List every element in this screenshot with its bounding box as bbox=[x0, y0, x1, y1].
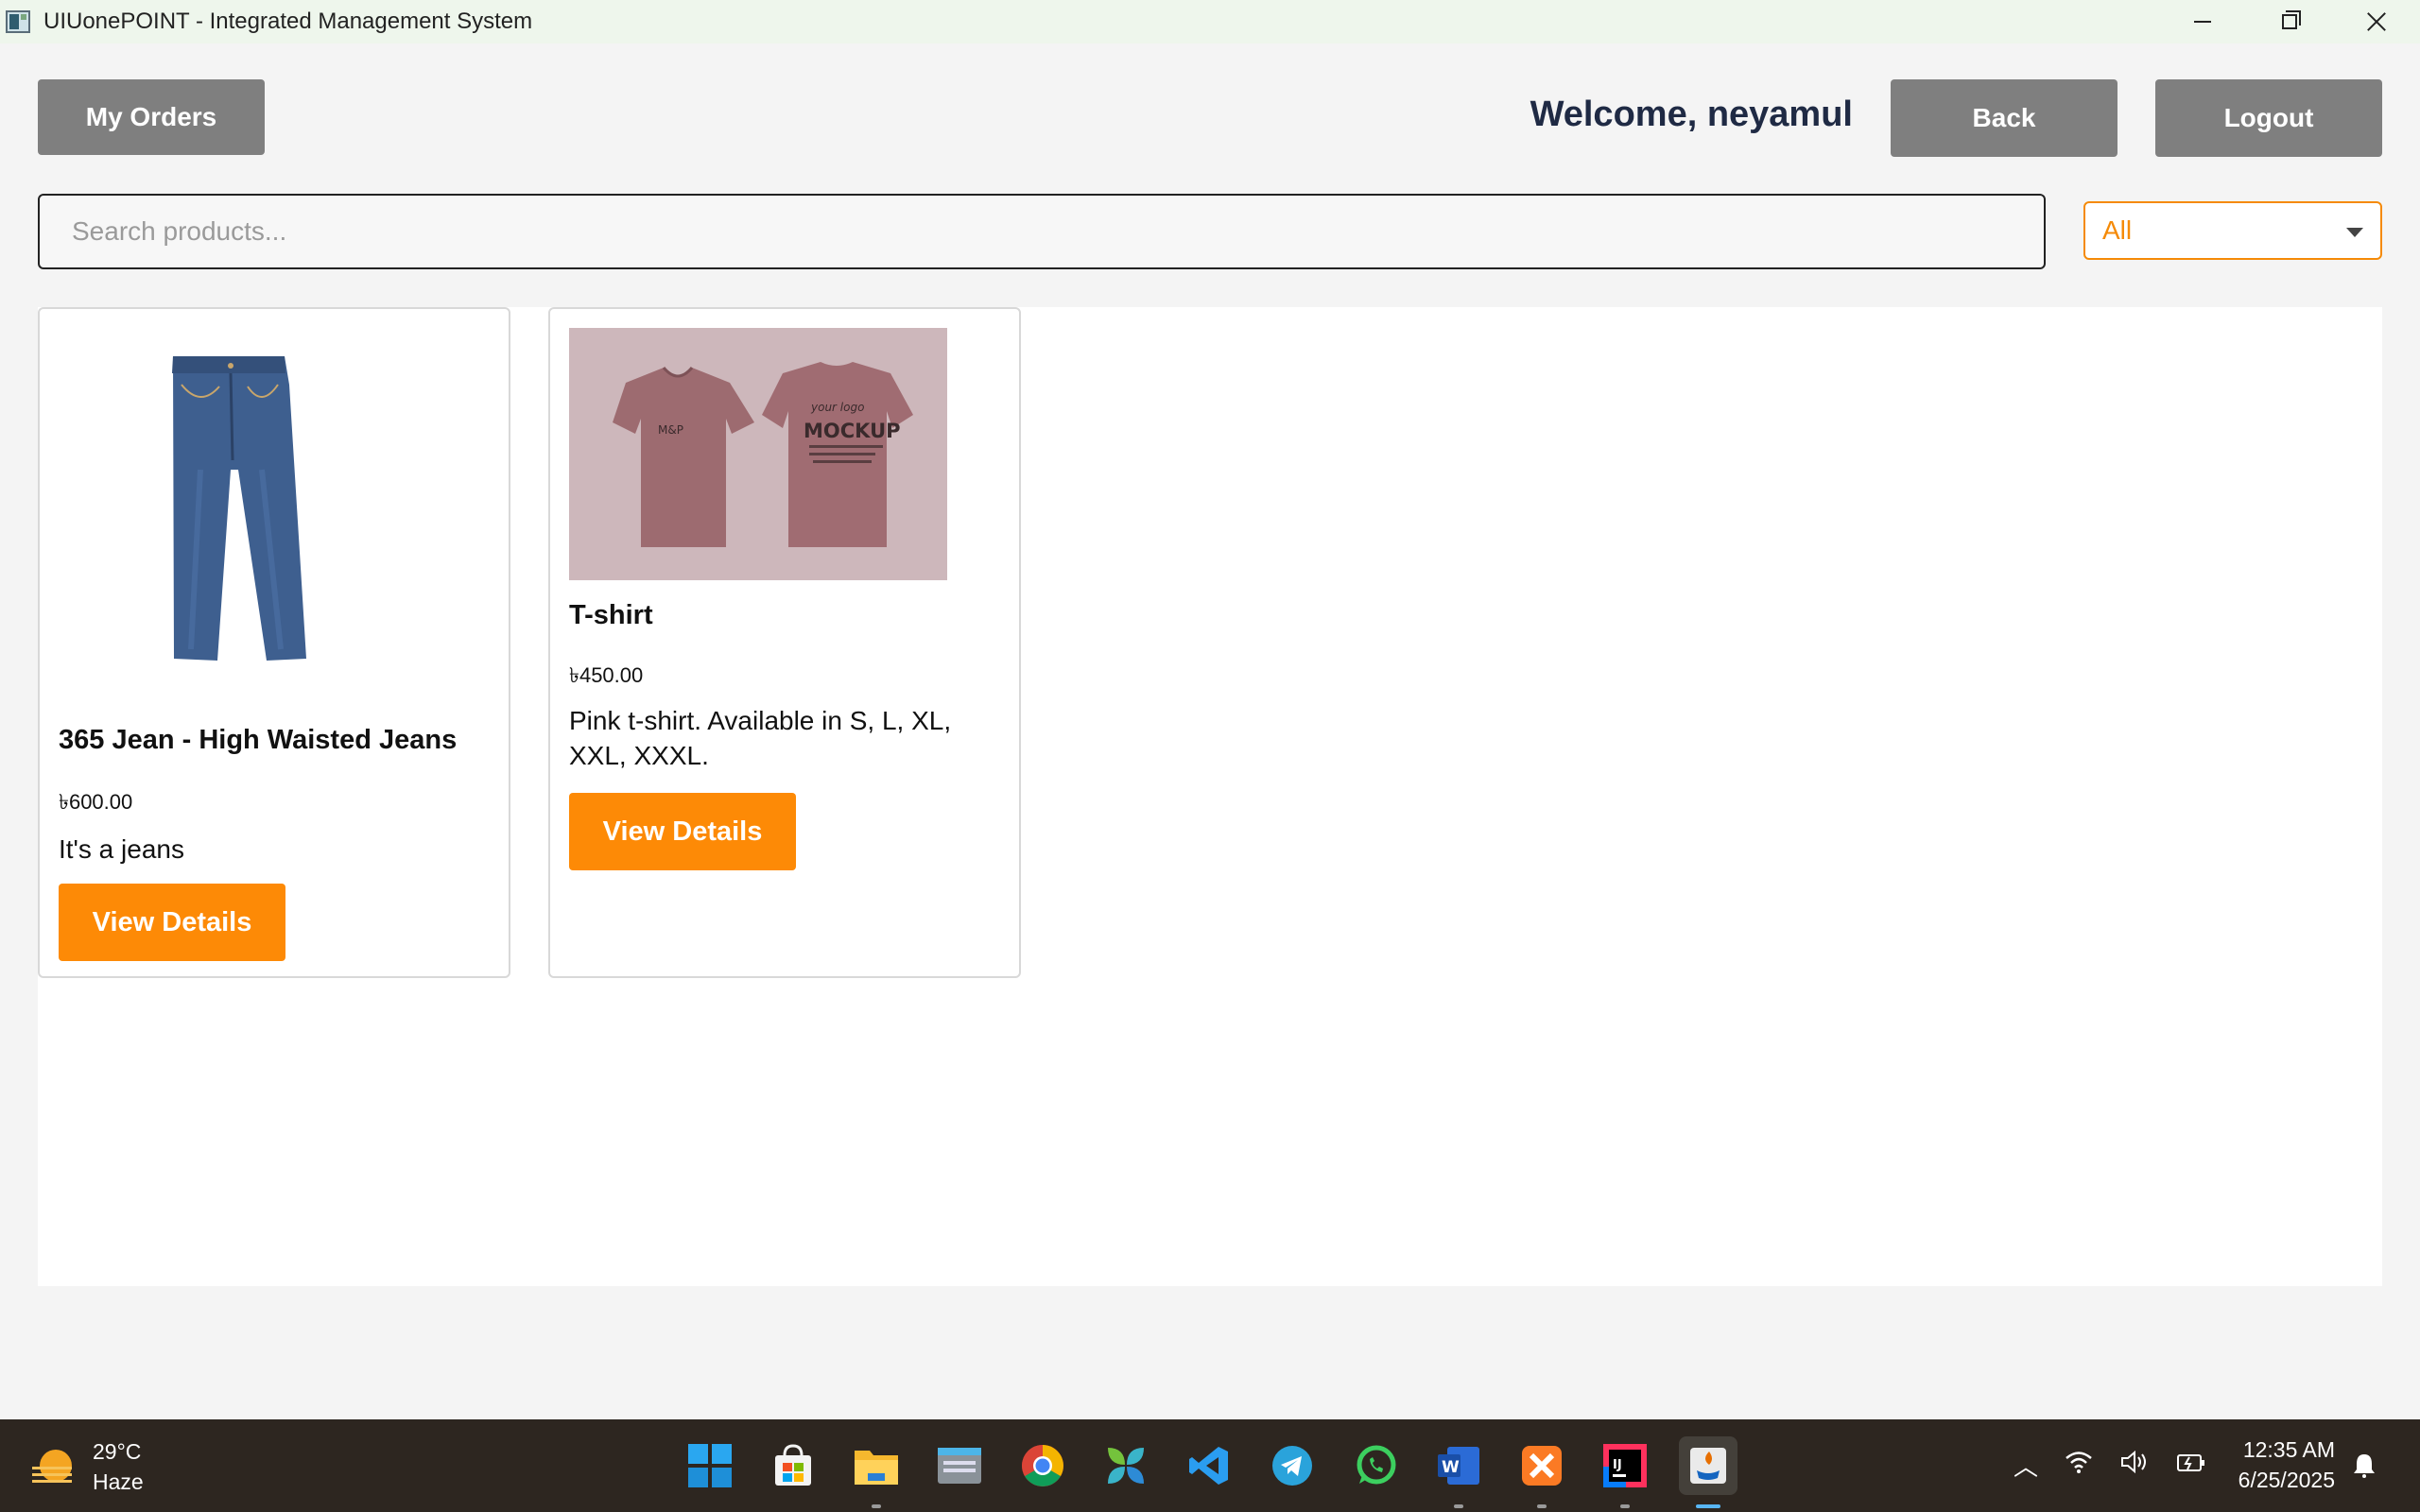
file-explorer-icon[interactable] bbox=[847, 1436, 906, 1508]
app-logo-icon bbox=[6, 10, 30, 33]
intellij-icon[interactable]: IJ bbox=[1596, 1436, 1654, 1508]
product-card: M&P your logo MOCKUP T-shirt ৳450.00 Pin… bbox=[548, 307, 1021, 978]
back-button[interactable]: Back bbox=[1891, 79, 2118, 157]
taskbar: 29°C Haze W IJ ︿ 12:35 AM 6/25/2025 bbox=[0, 1419, 2420, 1512]
close-icon bbox=[2366, 11, 2387, 32]
keyboard-app-icon[interactable] bbox=[930, 1436, 989, 1495]
clock[interactable]: 12:35 AM 6/25/2025 bbox=[2231, 1435, 2335, 1495]
product-price: ৳600.00 bbox=[59, 790, 133, 814]
window-title: UIUonePOINT - Integrated Management Syst… bbox=[43, 9, 533, 34]
weather-widget[interactable]: 29°C Haze bbox=[30, 1436, 144, 1497]
system-tray: ︿ bbox=[2014, 1448, 2233, 1483]
window-controls bbox=[2159, 0, 2420, 43]
search-input[interactable] bbox=[38, 194, 2046, 269]
tshirt-mockup-image: M&P your logo MOCKUP bbox=[569, 328, 947, 580]
chrome-icon[interactable] bbox=[1013, 1436, 1072, 1495]
vscode-icon[interactable] bbox=[1180, 1436, 1238, 1495]
xampp-icon[interactable] bbox=[1512, 1436, 1571, 1508]
restore-icon bbox=[2282, 10, 2301, 29]
svg-text:W: W bbox=[1442, 1458, 1460, 1477]
product-description: It's a jeans bbox=[59, 834, 184, 864]
chevron-up-icon[interactable]: ︿ bbox=[2014, 1448, 2038, 1483]
product-price: ৳450.00 bbox=[569, 663, 644, 687]
maximize-button[interactable] bbox=[2246, 0, 2333, 43]
category-filter-select[interactable]: All bbox=[2083, 201, 2382, 260]
chevron-down-icon bbox=[2346, 228, 2363, 237]
whatsapp-icon[interactable] bbox=[1346, 1436, 1405, 1495]
title-bar: UIUonePOINT - Integrated Management Syst… bbox=[0, 0, 2420, 43]
word-icon[interactable]: W bbox=[1429, 1436, 1488, 1508]
store-icon[interactable] bbox=[764, 1436, 822, 1495]
product-card: 365 Jean - High Waisted Jeans ৳600.00 It… bbox=[38, 307, 510, 978]
svg-text:IJ: IJ bbox=[1613, 1458, 1622, 1472]
product-name: 365 Jean - High Waisted Jeans bbox=[59, 725, 458, 755]
svg-text:your logo: your logo bbox=[810, 401, 864, 414]
jeans-image bbox=[172, 356, 306, 661]
notification-bell-icon[interactable] bbox=[2352, 1452, 2377, 1478]
product-description: Pink t-shirt. Available in S, L, XL, XXL… bbox=[569, 706, 952, 770]
weather-temp: 29°C bbox=[93, 1439, 142, 1464]
product-name: T-shirt bbox=[569, 600, 653, 630]
my-orders-button[interactable]: My Orders bbox=[38, 79, 265, 155]
taskbar-apps: W IJ bbox=[681, 1436, 1762, 1508]
battery-icon[interactable] bbox=[2176, 1450, 2206, 1481]
haze-weather-icon bbox=[30, 1444, 76, 1489]
app-icon[interactable] bbox=[1097, 1436, 1155, 1495]
product-grid: 365 Jean - High Waisted Jeans ৳600.00 It… bbox=[38, 307, 2382, 1286]
svg-text:M&P: M&P bbox=[658, 423, 683, 437]
view-details-button[interactable]: View Details bbox=[569, 793, 796, 870]
clock-date: 6/25/2025 bbox=[2238, 1468, 2335, 1492]
tshirt-print-text: MOCKUP bbox=[804, 420, 901, 442]
java-icon[interactable] bbox=[1679, 1436, 1737, 1508]
wifi-icon[interactable] bbox=[2065, 1450, 2093, 1481]
clock-time: 12:35 AM bbox=[2242, 1437, 2335, 1462]
close-button[interactable] bbox=[2333, 0, 2420, 43]
weather-desc: Haze bbox=[93, 1469, 144, 1494]
volume-icon[interactable] bbox=[2119, 1450, 2150, 1481]
minimize-button[interactable] bbox=[2159, 0, 2246, 43]
start-icon[interactable] bbox=[681, 1436, 739, 1495]
logout-button[interactable]: Logout bbox=[2155, 79, 2382, 157]
telegram-icon[interactable] bbox=[1263, 1436, 1322, 1495]
view-details-button[interactable]: View Details bbox=[59, 884, 285, 961]
minimize-icon bbox=[2194, 21, 2211, 23]
filter-selected-value: All bbox=[2102, 215, 2133, 245]
welcome-text: Welcome, neyamul bbox=[1530, 94, 1853, 134]
